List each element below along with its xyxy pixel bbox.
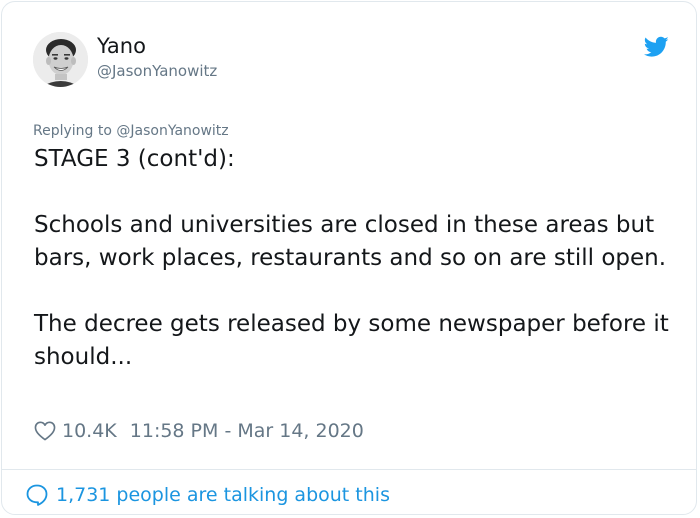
avatar[interactable] bbox=[33, 32, 88, 87]
replying-to[interactable]: Replying to @JasonYanowitz bbox=[33, 122, 229, 140]
like-count[interactable]: 10.4K bbox=[62, 418, 117, 444]
heart-outline-icon[interactable] bbox=[34, 421, 56, 441]
tweet-text: STAGE 3 (cont'd): Schools and universiti… bbox=[34, 146, 669, 370]
author-handle[interactable]: @JasonYanowitz bbox=[97, 61, 217, 81]
avatar-image bbox=[33, 32, 88, 87]
tweet-card: Yano @JasonYanowitz Replying to @JasonYa… bbox=[1, 1, 697, 515]
author-name[interactable]: Yano bbox=[97, 33, 146, 59]
divider bbox=[2, 469, 696, 470]
tweet-timestamp[interactable]: 11:58 PM - Mar 14, 2020 bbox=[130, 418, 364, 444]
talking-about-text[interactable]: 1,731 people are talking about this bbox=[56, 482, 390, 508]
speech-bubble-icon bbox=[26, 484, 48, 506]
conversation-link[interactable]: 1,731 people are talking about this bbox=[25, 482, 390, 508]
twitter-bird-icon[interactable] bbox=[644, 36, 669, 58]
tweet-meta: 10.4K 11:58 PM - Mar 14, 2020 bbox=[34, 418, 364, 444]
